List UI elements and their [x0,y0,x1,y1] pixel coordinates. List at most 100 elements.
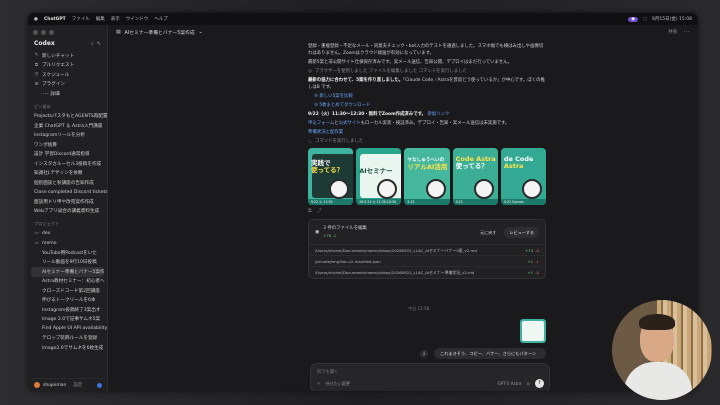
bullet-link-compare[interactable]: ⑨ 新しい5案を比較 [308,93,546,100]
composer-input[interactable]: 何でも聞く [317,369,338,375]
project-thread-item[interactable]: Image 2.0で記事サムネ5案 [28,315,107,325]
model-selector[interactable]: GPT-5 Astra [498,381,522,386]
edited-file-row[interactable]: /Users/shuhei/Documents/memo/inbox/20260… [309,245,545,256]
banner-thumbnail[interactable]: ヤなしゅうへいの リアルAI活用 9.22 [404,148,450,205]
sidebar-item-new-chat[interactable]: ✎ 新しいチャット [28,51,107,61]
banner-thumbnail[interactable]: 実践で 使ってる？ 9.22 火 11:30 [308,148,354,205]
project-item-dev[interactable]: ▭ dev [28,229,107,239]
chat-list-item[interactable]: 企業 ChatGPT ＆ Astra入門講座 [28,121,107,131]
project-thread-item[interactable]: Image2.0でサムネを6枚生成 [28,343,107,353]
banner-thumbnails: 実践で 使ってる？ 9.22 火 11:30 AIセミナー 26.9.22 火 1… [308,148,547,205]
bullet-link-download[interactable]: ⑩ 5枚まとめてダウンロード [308,102,546,109]
chat-list-item[interactable]: 設計 学習Discord通常指導 [28,150,107,160]
file-path: /Users/shuhei/Documents/memo/inbox/20260… [315,247,477,253]
lines-removed: -0 [535,270,539,275]
sidebar-title[interactable]: Codex [34,40,55,47]
main-panel: ▤ AIセミナー準備とバナー5案作成 ⌄ 共有 ･･･ 登録・重複登録・不足なメ… [108,25,698,391]
project-item-memo[interactable]: ▱ memo [28,239,107,249]
project-thread-item[interactable]: 伸びるトークリールを6本 [28,296,107,306]
lines-added: +1 [527,258,534,264]
more-options-button[interactable]: ･･･ [683,29,690,35]
thread-title[interactable]: AIセミナー準備とバナー5案作成 [125,29,195,36]
chat-list-item[interactable]: 面談用ドリ申や改宛案作作成 [28,197,107,207]
minimize-window-icon[interactable] [41,30,46,35]
event-link[interactable]: 参加リンク [427,112,449,117]
project-thread-item[interactable]: YouTube用Podcastをいた [28,248,107,258]
thumbnail-date-strip: 9.22 [452,199,498,205]
sidebar-header: Codex ⌕ ✎ [28,35,107,51]
chat-list-item[interactable]: 個別面談と秋講座の告知作成 [28,178,107,188]
menu-edit[interactable]: 編集 [96,16,105,22]
menubar-app-name[interactable]: ChatGPT [44,17,66,22]
chat-list-item[interactable]: ワンポ換算 [28,140,107,150]
send-button[interactable]: ↑ [535,379,544,388]
username[interactable]: shujeiman [43,383,66,388]
project-thread-item[interactable]: クローズドコード第2回講座 [28,286,107,296]
mode-selector[interactable]: 任せたい変更 [325,381,350,387]
user-message-bubble: これまきそう、コピー、バナー、さらにもパターン [434,348,546,359]
project-thread-item[interactable]: Astra教材セミナー：初心者へ [28,277,107,287]
share-button[interactable]: 共有 [668,29,677,35]
composer[interactable]: 何でも聞く + 任せたい変更 GPT-5 Astra ◎ ↑ [310,363,550,391]
scroll-down-icon[interactable]: ↓ [420,350,428,358]
command-activity-line[interactable]: ›_ コマンドを実行しました [308,138,546,145]
section-label-projects: プロジェクト [34,221,60,226]
menu-view[interactable]: 表示 [111,16,120,22]
sidebar-item-schedule[interactable]: ◷ スケジュール [28,70,107,80]
chat-list-item[interactable]: ProjectsパスタもとAGENTS再配置 [28,112,107,122]
chevron-down-icon[interactable]: ⌄ [199,30,203,35]
form-link[interactable]: 申込フォーム [308,121,334,126]
user-attached-image[interactable] [520,319,546,343]
edited-file-row[interactable]: /Users/shuhei/Documents/memo/inbox/20260… [309,267,545,278]
chat-list-item[interactable]: インスタカルーセル3投稿を作成 [28,159,107,169]
recording-indicator-icon[interactable]: ◉ [628,16,639,22]
clock-text[interactable]: 8月15日(金) 15:08 [652,16,692,22]
event-line-bold: 9/22（火）11:30〜12:30・無料でZoom作成済みです。 [308,112,426,117]
site-link[interactable]: 公式サイト [339,121,361,126]
avatar[interactable] [34,382,40,388]
review-button[interactable]: レビューする [504,226,539,238]
banner-thumbnail[interactable]: AIセミナー 26.9.22 火 11:30-12:30 [356,148,402,205]
thread-topbar: ▤ AIセミナー準備とバナー5案作成 ⌄ 共有 ･･･ [108,25,698,39]
edited-files-count: +76 -1 [323,233,337,238]
summary-paragraph: 最新の協力に合わせて、5案を作り直しました。「Claude Code／Astra… [308,77,546,91]
sidebar-item-label: スケジュール [42,72,70,78]
lines-added: +74 [524,247,534,253]
banner-thumbnail[interactable]: de Code Astra 9.22 Canvas [500,148,547,205]
undo-button[interactable]: 元に戻す [476,228,500,237]
sidebar-item-more[interactable]: ･･･ 詳細 [28,89,107,99]
menu-help[interactable]: ヘルプ [154,16,168,22]
add-attachment-button[interactable]: + [317,381,320,386]
chat-list-item[interactable]: Close completed Discord tickets [28,188,107,198]
edited-file-row[interactable]: /private/tmp/llac-v2-manifest.json +1 -1 [309,256,545,267]
copy-icon[interactable]: ⧉ [308,208,312,215]
assistant-message: 登録・重複登録・不足なメール・同意夫チェック・bot入力のテストを通過しました。… [308,43,547,279]
microphone-icon[interactable]: ◎ [526,381,530,386]
project-thread-item[interactable]: テロップ装飾ルールを登録 [28,334,107,344]
close-window-icon[interactable] [33,30,38,35]
account-badge-icon[interactable] [97,382,102,388]
sidebar-toggle-icon[interactable]: ▤ [116,30,121,35]
chat-list-item[interactable]: Webアプリ試合の講義資料生成 [28,207,107,217]
zoom-window-icon[interactable] [49,30,54,35]
banner-thumbnail[interactable]: Code Astra 使ってる？ 9.22 [452,148,498,205]
project-thread-item[interactable]: Find Apple UI API availability [28,324,107,334]
menu-window[interactable]: ウインドウ [126,16,149,22]
apple-icon[interactable]: ● [34,17,38,22]
sidebar-item-pull-requests[interactable]: ⧉ プルリクエスト [28,61,107,71]
project-thread-item[interactable]: Instagram投稿終了3案出す [28,305,107,315]
settings-label[interactable]: 設定 [73,382,82,388]
chat-list-item[interactable]: Instagramリールを分析 [28,131,107,141]
branch-icon[interactable]: ⤴ [317,208,322,215]
search-icon[interactable]: ⌕ [91,41,94,47]
tool-activity-line[interactable]: ◎ ブラウザーを使用しました ファイルを編集しました コマンドを実行しました [308,68,546,75]
preview-link[interactable]: 準備状況と配作業 [308,129,546,136]
chat-list-item[interactable]: 知識社Lデザインを依頼 [28,169,107,179]
menu-file[interactable]: ファイル [72,16,90,22]
project-thread-item-active[interactable]: AIセミナー準備とバナー5案作成 [31,267,104,277]
sidebar-item-plugins[interactable]: ⊞ プラグイン [28,80,107,90]
wifi-icon[interactable]: ◌ [643,17,647,22]
project-thread-item[interactable]: リール動画を9行10日投稿 [28,258,107,268]
lines-added: +1 [527,270,534,275]
new-chat-icon[interactable]: ✎ [97,41,101,47]
